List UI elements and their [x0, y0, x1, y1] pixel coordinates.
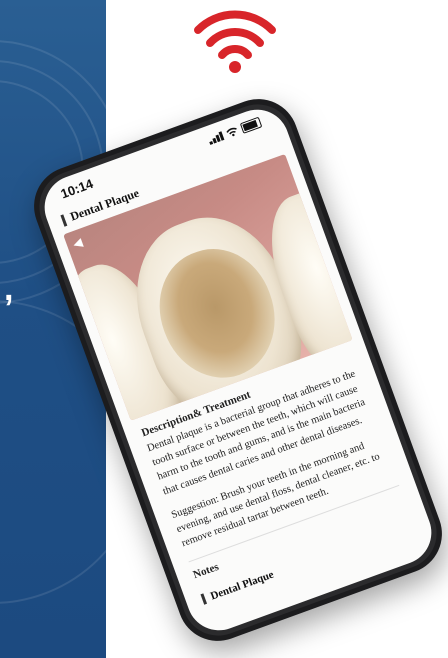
- next-item-accent-bar: [200, 593, 208, 605]
- next-item-title: Dental Plaque: [208, 568, 276, 603]
- header-accent-bar: [60, 213, 68, 227]
- comma-glyph: ,: [4, 270, 14, 308]
- wifi-icon: [194, 10, 276, 73]
- signal-icon: [207, 130, 225, 145]
- back-arrow-icon[interactable]: ◀: [71, 235, 84, 251]
- wifi-status-icon: [226, 127, 237, 136]
- battery-icon: [239, 116, 263, 134]
